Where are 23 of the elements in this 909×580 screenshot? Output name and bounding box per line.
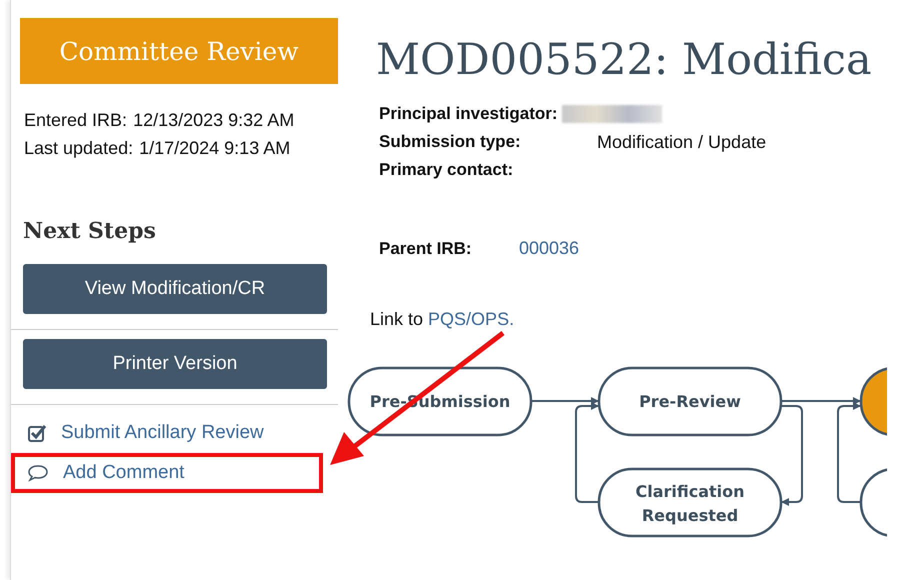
date-label: Last updated: bbox=[24, 137, 134, 160]
speech-bubble-icon bbox=[27, 464, 49, 482]
page-title: MOD005522: Modifica bbox=[376, 34, 873, 87]
sidebar-link[interactable]: Add Comment bbox=[11, 453, 323, 493]
parent-irb-link[interactable]: 000036 bbox=[519, 238, 580, 259]
date-value: 12/13/2023 9:32 AM bbox=[133, 109, 294, 132]
section-heading: Next Steps bbox=[23, 218, 157, 244]
checkbox-icon bbox=[27, 423, 47, 443]
field-value: Modification / Update bbox=[597, 131, 766, 154]
pqs-link[interactable]: PQS/OPS. bbox=[428, 309, 514, 330]
action-button[interactable]: View Modification/CR bbox=[23, 264, 327, 314]
action-button[interactable]: Printer Version bbox=[23, 339, 327, 389]
status-banner: Committee Review bbox=[20, 18, 338, 84]
sidebar-link[interactable]: Submit Ancillary Review bbox=[11, 413, 323, 453]
date-value: 1/17/2024 9:13 AM bbox=[139, 137, 290, 160]
workflow-node: Pre-Review bbox=[598, 366, 782, 436]
field-label: Parent IRB: bbox=[379, 238, 473, 258]
workflow-node: Clarification Requested bbox=[598, 468, 782, 538]
field-label: Submission type: bbox=[379, 131, 522, 153]
link-caption: Link to bbox=[370, 309, 424, 330]
field-label: Principal investigator: bbox=[379, 103, 558, 125]
field-label: Primary contact: bbox=[379, 159, 514, 181]
date-label: Entered IRB: bbox=[24, 109, 128, 132]
